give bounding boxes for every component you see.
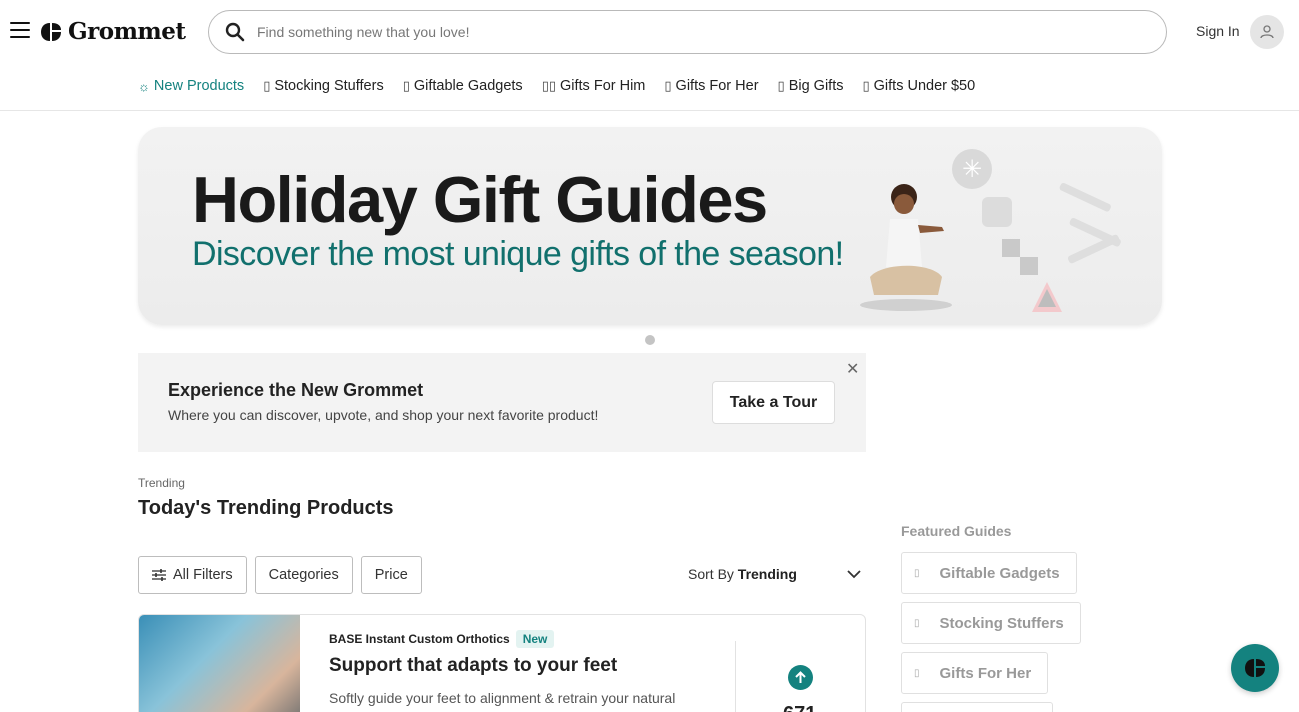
him-icon: ▯▯ [541,78,556,93]
guide-label: Gifts For Her [939,664,1032,682]
grommet-logo-icon [41,22,61,41]
gift-icon: ▯ [914,617,920,629]
chevron-down-icon[interactable] [846,566,862,582]
product-brand[interactable]: BASE Instant Custom Orthotics New [329,630,555,648]
site-header: Grommet Sign In [0,0,1299,64]
hero-title: Holiday Gift Guides [192,163,768,236]
take-a-tour-button[interactable]: Take a Tour [712,381,835,424]
tour-card: Experience the New Grommet Where you can… [138,353,866,452]
sliders-icon [152,569,166,581]
nav-gifts-for-her[interactable]: ▯ Gifts For Her [664,78,758,94]
trending-eyebrow: Trending [138,476,185,490]
brand-name: BASE Instant Custom Orthotics [329,632,510,646]
nav-stocking-stuffers[interactable]: ▯ Stocking Stuffers [263,78,384,94]
grommet-chat-icon [1245,659,1265,677]
nav-new-products[interactable]: ☼ New Products [138,78,244,94]
featured-guides-label: Featured Guides [901,523,1012,539]
new-badge: New [515,630,555,648]
svg-text:✳: ✳ [962,155,982,183]
sort-prefix: Sort By [688,566,734,582]
avatar[interactable] [1250,15,1284,49]
user-icon [1260,25,1274,39]
sign-in-link[interactable]: Sign In [1196,23,1240,39]
hero-subtitle: Discover the most unique gifts of the se… [192,235,844,273]
guide-label: Giftable Gadgets [939,564,1060,582]
filter-bar: All Filters Categories Price [138,556,422,594]
logo-text: Grommet [68,18,186,45]
guide-stocking-stuffers[interactable]: ▯ Stocking Stuffers [901,602,1081,644]
nav-label: Big Gifts [788,78,844,94]
hero-banner[interactable]: Holiday Gift Guides Discover the most un… [138,127,1162,325]
search-icon [225,22,245,42]
guide-giftable-gadgets[interactable]: ▯ Giftable Gadgets [901,552,1077,594]
all-filters-label: All Filters [173,567,233,583]
price-button[interactable]: Price [360,556,422,594]
her-icon: ▯ [914,667,920,679]
her-icon: ▯ [664,78,672,93]
category-nav: ☼ New Products ▯ Stocking Stuffers ▯ Gif… [0,64,1299,111]
search-bar[interactable] [208,10,1167,54]
trending-title: Today's Trending Products [138,497,394,519]
gift-icon: ▯ [263,78,271,93]
chat-widget-button[interactable] [1231,644,1279,692]
all-filters-button[interactable]: All Filters [138,556,247,594]
sort-dropdown[interactable]: Sort By Trending [688,566,797,582]
nav-label: Giftable Gadgets [413,78,523,94]
guide-gifts-for-her[interactable]: ▯ Gifts For Her [901,652,1049,694]
gadget-icon: ▯ [914,567,920,579]
arrow-up-icon [795,671,806,683]
guide-more[interactable] [901,702,1053,712]
categories-button[interactable]: Categories [254,556,353,594]
nav-label: Gifts For Her [675,78,759,94]
nav-label: Gifts Under $50 [873,78,976,94]
nav-giftable-gadgets[interactable]: ▯ Giftable Gadgets [403,78,523,94]
nav-gifts-under-50[interactable]: ▯ Gifts Under $50 [862,78,975,94]
tour-title: Experience the New Grommet [168,380,424,400]
product-image[interactable] [139,615,300,712]
big-gift-icon: ▯ [777,78,785,93]
nav-label: Gifts For Him [560,78,646,94]
nav-label: Stocking Stuffers [274,78,384,94]
hero-illustration: ✳ [860,149,1121,312]
product-card[interactable]: BASE Instant Custom Orthotics New Suppor… [138,614,866,712]
upvote-button[interactable] [788,665,813,690]
search-input[interactable] [257,24,1137,40]
product-description: Softly guide your feet to alignment & re… [329,690,676,706]
menu-icon[interactable] [10,22,30,40]
nav-gifts-for-him[interactable]: ▯▯ Gifts For Him [542,78,646,94]
nav-label: New Products [153,78,245,94]
sort-value: Trending [737,566,797,582]
tour-subtitle: Where you can discover, upvote, and shop… [168,407,599,423]
tag-icon: ▯ [862,78,870,93]
product-title[interactable]: Support that adapts to your feet [329,655,617,677]
guide-label: Stocking Stuffers [939,614,1064,632]
nav-big-gifts[interactable]: ▯ Big Gifts [778,78,844,94]
vote-count: 671 [783,703,816,712]
carousel-indicator[interactable] [645,335,655,345]
sun-icon: ☼ [138,78,150,94]
gadget-icon: ▯ [402,78,410,93]
close-icon[interactable]: ✕ [846,359,859,379]
logo[interactable]: Grommet [40,18,186,45]
divider [735,641,736,712]
